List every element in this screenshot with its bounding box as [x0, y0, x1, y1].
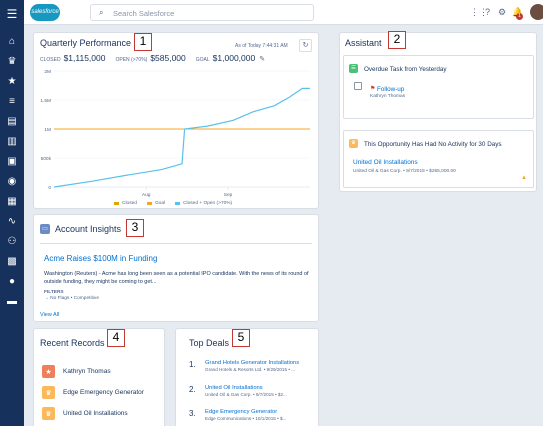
deal-name[interactable]: Edge Emergency Generator: [205, 409, 286, 415]
task-icon: ☰: [349, 64, 358, 73]
y-tick-label: 2M: [44, 69, 51, 75]
recent-record-label: Kathryn Thomas: [63, 368, 111, 375]
file-icon[interactable]: ▤: [4, 113, 20, 129]
overdue-task-title: Overdue Task from Yesterday: [364, 66, 447, 73]
account-insights-card: ▭ Account Insights Acme Raises $100M in …: [33, 214, 319, 322]
callout-2: 2: [388, 31, 406, 49]
crown-icon: ♛: [42, 386, 55, 399]
recent-records-title: Recent Records: [40, 338, 105, 348]
performance-title: Quarterly Performance: [40, 38, 132, 48]
filters-value: → No Flags • Competitive: [44, 296, 99, 301]
insights-divider: [40, 243, 312, 244]
recent-record-item[interactable]: ♛ United Oil Installations: [42, 407, 128, 420]
y-tick-label: 1M: [44, 127, 51, 133]
menu-icon[interactable]: ☰: [4, 6, 20, 22]
top-bar: salesforce ⌕ Search Salesforce ⋮⋮ ? ⚙ 🔔 …: [24, 0, 543, 25]
activity-icon[interactable]: ∿: [4, 213, 20, 229]
callout-1: 1: [134, 33, 152, 51]
deal-item[interactable]: 3. Edge Emergency Generator Edge Communi…: [189, 409, 286, 421]
crown-icon[interactable]: ♛: [4, 53, 20, 69]
callout-4: 4: [107, 329, 125, 347]
x-tick-label: Sep: [224, 192, 233, 198]
legend-closed-open: Closed + Open (>70%): [175, 201, 232, 206]
home-icon[interactable]: ⌂: [4, 33, 20, 49]
assistant-title: Assistant: [345, 38, 382, 48]
legend-goal: Goal: [146, 201, 165, 206]
assistant-card: Assistant ☰ Overdue Task from Yesterday …: [339, 32, 537, 192]
deal-sub: Grand Hotels & Resorts Ltd. • 9/29/2015 …: [205, 367, 296, 372]
list-icon[interactable]: ≡: [4, 93, 20, 109]
chart-legend: Closed Goal Closed + Open (>70%): [114, 201, 232, 206]
as-of-text: As of Today 7:44:31 AM: [235, 43, 288, 49]
deal-item[interactable]: 2. United Oil Installations United Oil &…: [189, 385, 287, 397]
person-icon[interactable]: ●: [4, 273, 20, 289]
calendar-icon[interactable]: ▦: [4, 193, 20, 209]
flag-icon: ⚑: [370, 86, 376, 92]
insights-icon: ▭: [40, 224, 50, 234]
callout-5: 5: [232, 329, 250, 347]
quarterly-performance-card: Quarterly Performance As of Today 7:44:3…: [33, 32, 319, 209]
opportunity-panel: ♛ This Opportunity Has Had No Activity f…: [343, 130, 534, 188]
star-icon[interactable]: ★: [4, 73, 20, 89]
deal-rank: 1.: [189, 360, 196, 369]
legend-closed: Closed: [114, 201, 137, 206]
recent-record-label: Edge Emergency Generator: [63, 389, 144, 396]
performance-chart: 0 500k 1M 1.5M 2M Aug Sep: [40, 69, 310, 198]
salesforce-logo[interactable]: salesforce: [30, 4, 60, 21]
search-input[interactable]: ⌕ Search Salesforce: [90, 4, 314, 21]
x-tick-label: Aug: [142, 192, 151, 198]
top-deals-title: Top Deals: [189, 338, 230, 348]
recent-records-card: Recent Records ★ Kathryn Thomas ♛ Edge E…: [33, 328, 165, 426]
gear-icon[interactable]: ⚙: [498, 7, 506, 18]
users-icon[interactable]: ⚇: [4, 233, 20, 249]
y-tick-label: 1.5M: [40, 98, 51, 104]
filters-label: FILTERS: [44, 290, 64, 295]
crown-icon: ♛: [42, 407, 55, 420]
briefcase-icon[interactable]: ▬: [4, 293, 20, 309]
deal-rank: 3.: [189, 409, 196, 418]
notification-badge: 1: [516, 13, 523, 20]
y-tick-label: 500k: [41, 156, 52, 162]
avatar[interactable]: [530, 4, 543, 20]
globe-icon[interactable]: ◉: [4, 173, 20, 189]
opportunity-name-link[interactable]: United Oil Installations: [353, 159, 418, 166]
opportunity-warning-title: This Opportunity Has Had No Activity for…: [364, 141, 502, 148]
closed-open-line: [53, 87, 310, 188]
callout-3: 3: [126, 219, 144, 237]
deal-name[interactable]: Grand Hotels Generator Installations: [205, 360, 299, 366]
deal-name[interactable]: United Oil Installations: [205, 385, 287, 391]
recent-record-label: United Oil Installations: [63, 410, 128, 417]
nav-rail: ☰ ⌂ ♛ ★ ≡ ▤ ▥ ▣ ◉ ▦ ∿ ⚇ ▩ ● ▬: [0, 0, 24, 426]
opportunity-sub: United Oil & Gas Corp. • 9/7/2015 • $265…: [353, 169, 456, 174]
overdue-task-panel: ☰ Overdue Task from Yesterday ⚑ Follow-u…: [343, 55, 534, 119]
crown-icon: ♛: [349, 139, 358, 148]
insights-body: Washington (Reuters) - Acme has long bee…: [44, 271, 309, 285]
search-placeholder: Search Salesforce: [113, 9, 175, 18]
help-icon[interactable]: ?: [485, 7, 490, 17]
insights-title: Account Insights: [55, 224, 122, 234]
recent-record-item[interactable]: ★ Kathryn Thomas: [42, 365, 111, 378]
deal-rank: 2.: [189, 385, 196, 394]
deal-sub: Edge Communications • 10/1/2015 • $...: [205, 416, 287, 421]
warning-icon: ▲: [521, 175, 527, 181]
deal-item[interactable]: 1. Grand Hotels Generator Installations …: [189, 360, 299, 372]
insights-headline[interactable]: Acme Raises $100M in Funding: [44, 254, 157, 263]
contact-card-icon[interactable]: ▣: [4, 153, 20, 169]
view-all-link[interactable]: View All: [40, 312, 59, 318]
task-name-link[interactable]: Follow-up: [377, 86, 404, 93]
deal-sub: United Oil & Gas Corp. • 9/7/2015 • $2..…: [205, 392, 287, 397]
y-tick-label: 0: [48, 185, 51, 191]
star-icon: ★: [42, 365, 55, 378]
search-icon: ⌕: [99, 8, 104, 17]
recent-record-item[interactable]: ♛ Edge Emergency Generator: [42, 386, 144, 399]
task-checkbox[interactable]: [354, 82, 362, 90]
calendar-grid-icon[interactable]: ▩: [4, 253, 20, 269]
refresh-button[interactable]: ↻: [299, 39, 312, 52]
building-icon[interactable]: ▥: [4, 133, 20, 149]
task-sub: Kathryn Thomas: [370, 94, 406, 99]
